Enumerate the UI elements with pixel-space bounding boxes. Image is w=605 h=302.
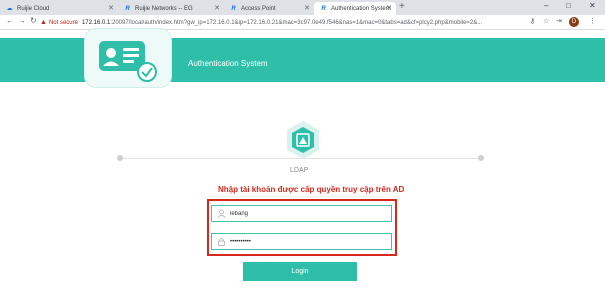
forward-icon[interactable]: → [18, 16, 26, 25]
tab-bar: ☁ Ruijie Cloud ✕ R Ruijie Networks -- EG… [0, 0, 605, 15]
tab-ruijie-cloud[interactable]: ☁ Ruijie Cloud ✕ [0, 2, 118, 15]
close-tab-icon[interactable]: ✕ [214, 4, 220, 12]
username-field[interactable] [211, 205, 392, 222]
page-title: Authentication System [188, 59, 268, 68]
url-path: :20097/local/auth/index.htm?gw_ip=172.16… [110, 19, 483, 26]
tab-authentication-system[interactable]: R Authentication System ✕ [314, 2, 396, 15]
step-label: LDAP [290, 167, 309, 174]
not-secure-label: Not secure [48, 19, 78, 26]
id-card-check-icon [99, 41, 157, 82]
warning-icon: ▲ [40, 19, 47, 26]
logo-card [84, 28, 172, 88]
reload-icon[interactable]: ↻ [30, 16, 37, 25]
close-window-button[interactable]: ✕ [589, 1, 596, 10]
step-timeline [120, 158, 482, 159]
timeline-dot-start [117, 155, 123, 161]
tab-label: Ruijie Cloud [17, 5, 50, 12]
ruijie-icon: R [231, 5, 236, 12]
password-input[interactable] [230, 238, 380, 245]
close-tab-icon[interactable]: ✕ [386, 4, 392, 12]
browser-toolbar: ← → ↻ ▲ Not secure 172.16.0.1:20097/loca… [0, 15, 605, 30]
key-icon[interactable]: ⚷ [530, 17, 535, 25]
close-tab-icon[interactable]: ✕ [304, 4, 310, 12]
star-icon[interactable]: ☆ [543, 17, 549, 25]
menu-icon[interactable]: ⋮ [589, 17, 596, 25]
browser-window: ☁ Ruijie Cloud ✕ R Ruijie Networks -- EG… [0, 0, 605, 302]
extension-icon[interactable]: ⇥ [556, 17, 562, 25]
ldap-step-icon [285, 120, 321, 160]
back-icon[interactable]: ← [6, 16, 14, 25]
maximize-button[interactable]: □ [566, 1, 571, 10]
ad-hint-text: Nhập tài khoản được cấp quyền truy cập t… [218, 185, 405, 194]
user-icon [217, 209, 226, 218]
minimize-button[interactable]: – [544, 1, 548, 10]
profile-avatar[interactable]: D [569, 17, 579, 27]
ruijie-icon: R [321, 5, 326, 12]
new-tab-button[interactable]: + [399, 1, 405, 12]
login-button[interactable]: Login [243, 262, 357, 281]
username-input[interactable] [230, 210, 380, 217]
timeline-dot-end [478, 155, 484, 161]
lock-icon [217, 238, 226, 246]
password-field[interactable] [211, 233, 392, 250]
close-tab-icon[interactable]: ✕ [108, 4, 114, 12]
cloud-icon: ☁ [6, 6, 13, 12]
tab-label: Access Point [241, 5, 276, 12]
tab-ruijie-eg[interactable]: R Ruijie Networks -- EG ✕ [118, 2, 224, 15]
tab-label: Authentication System [331, 5, 391, 12]
address-bar[interactable]: ▲ Not secure 172.16.0.1:20097/local/auth… [40, 17, 520, 28]
tab-access-point[interactable]: R Access Point ✕ [224, 2, 314, 15]
ruijie-icon: R [125, 5, 130, 12]
url-host: 172.16.0.1 [81, 19, 111, 26]
tab-label: Ruijie Networks -- EG [135, 5, 193, 12]
